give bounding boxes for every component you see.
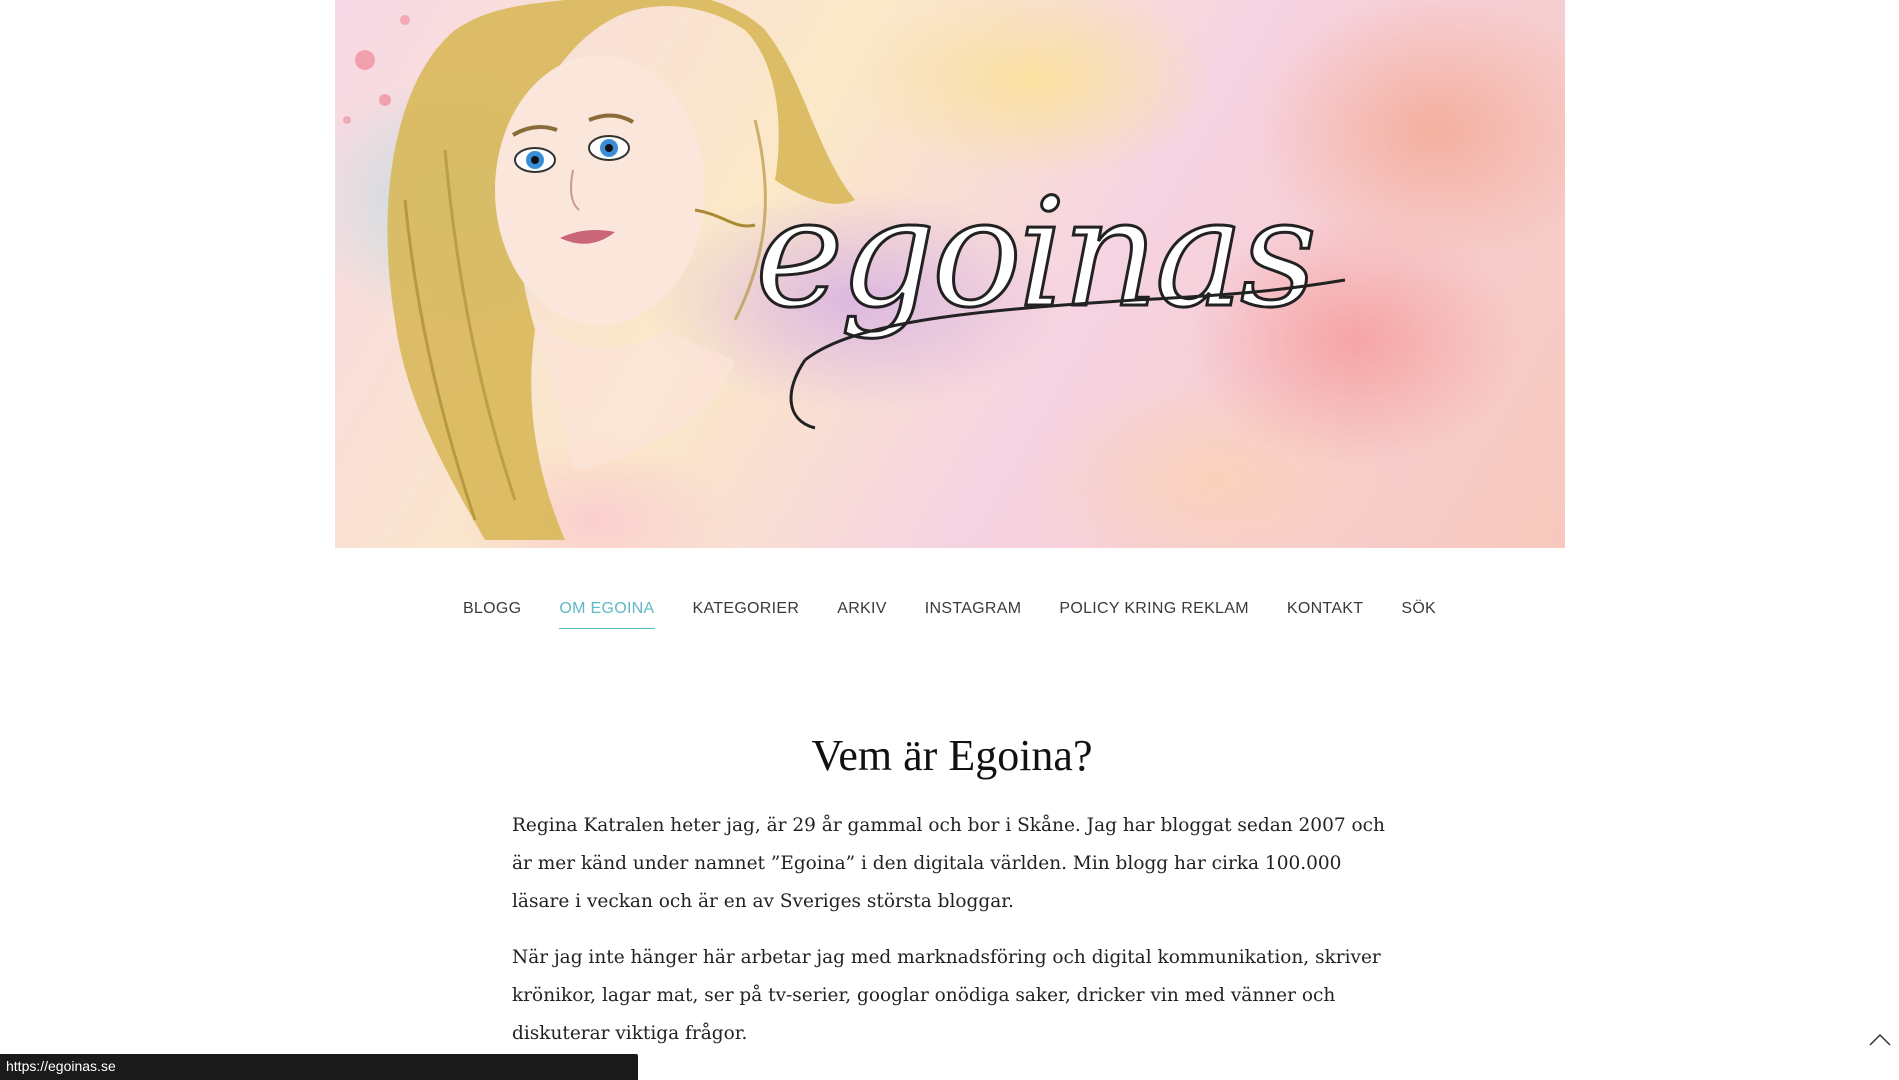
nav-item-instagram[interactable]: INSTAGRAM (925, 600, 1022, 629)
nav-item-sok[interactable]: SÖK (1401, 600, 1436, 629)
nav-item-arkiv[interactable]: ARKIV (837, 600, 887, 629)
scroll-top-button[interactable] (1868, 1030, 1892, 1050)
nav-item-om-egoina[interactable]: OM EGOINA (559, 600, 655, 629)
nav-item-kontakt[interactable]: KONTAKT (1287, 600, 1363, 629)
main-content: Vem är Egoina? Regina Katralen heter jag… (512, 730, 1392, 1071)
face-shape (495, 55, 705, 325)
header-banner[interactable]: egoinas (335, 0, 1565, 548)
nav-item-policy-kring-reklam[interactable]: POLICY KRING REKLAM (1059, 600, 1248, 629)
logo-text: egoinas (755, 167, 1313, 341)
status-bar-url: https://egoinas.se (0, 1054, 638, 1080)
nav-item-blogg[interactable]: BLOGG (463, 600, 521, 629)
paragraph-intro: Regina Katralen heter jag, är 29 år gamm… (512, 815, 1385, 912)
banner-illustration: egoinas (343, 0, 1346, 540)
main-navigation: BLOGG OM EGOINA KATEGORIER ARKIV INSTAGR… (0, 600, 1899, 629)
paragraph-hobbies: När jag inte hänger här arbetar jag med … (512, 947, 1381, 1044)
chevron-up-icon (1869, 1033, 1891, 1046)
page-title: Vem är Egoina? (811, 731, 1093, 780)
nav-item-kategorier[interactable]: KATEGORIER (693, 600, 800, 629)
